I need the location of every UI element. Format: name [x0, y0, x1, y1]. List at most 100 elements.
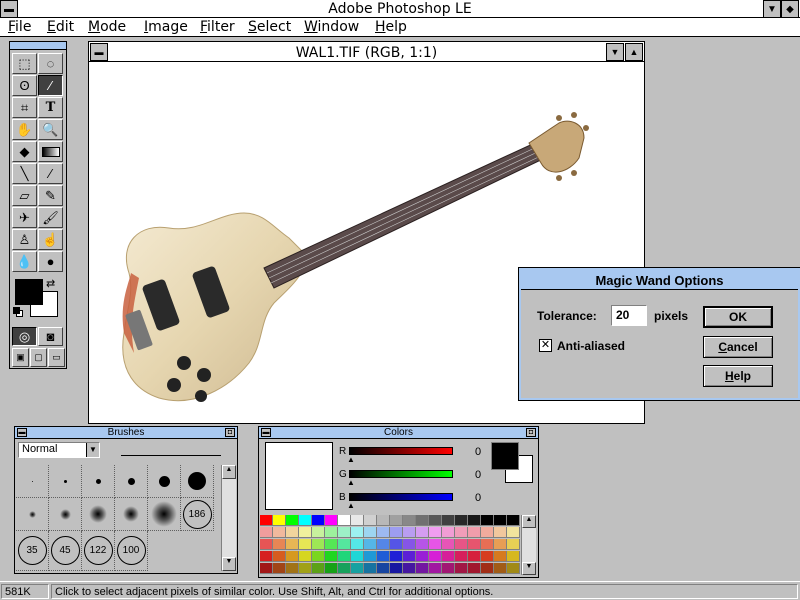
brush-100[interactable]: 100	[115, 531, 148, 571]
paint-bucket-icon[interactable]: ◆	[12, 141, 37, 162]
color-swatch[interactable]	[351, 515, 364, 526]
color-swatch[interactable]	[455, 515, 468, 526]
color-swatch[interactable]	[390, 551, 403, 562]
line-icon[interactable]: ╲	[12, 163, 37, 184]
crop-icon[interactable]: ⌗	[12, 97, 37, 118]
color-swatch[interactable]	[377, 539, 390, 550]
color-swatch[interactable]	[455, 527, 468, 538]
color-swatch[interactable]	[481, 563, 494, 574]
color-swatch[interactable]	[416, 527, 429, 538]
menu-image[interactable]: Image	[144, 19, 188, 35]
color-swatch[interactable]	[273, 515, 286, 526]
g-slider-thumb-icon[interactable]: ▲	[347, 478, 355, 487]
color-swatch[interactable]	[403, 515, 416, 526]
color-swatch[interactable]	[260, 515, 273, 526]
color-swatch[interactable]	[325, 539, 338, 550]
color-swatch[interactable]	[377, 551, 390, 562]
color-swatch[interactable]	[286, 551, 299, 562]
brush-45[interactable]: 45	[49, 531, 82, 571]
color-swatch[interactable]	[312, 563, 325, 574]
color-swatch[interactable]	[403, 563, 416, 574]
color-swatch[interactable]	[299, 527, 312, 538]
default-colors-icon[interactable]	[13, 307, 23, 317]
b-slider[interactable]	[349, 493, 453, 501]
color-swatch[interactable]	[377, 515, 390, 526]
brush-19[interactable]	[181, 465, 214, 498]
color-swatch[interactable]	[416, 539, 429, 550]
document-titlebar[interactable]: ▬ WAL1.TIF (RGB, 1:1) ▼ ▲	[89, 42, 644, 62]
color-swatch[interactable]	[286, 563, 299, 574]
color-swatch[interactable]	[338, 539, 351, 550]
menu-mode[interactable]: Mode	[88, 19, 126, 35]
color-swatch[interactable]	[416, 551, 429, 562]
tolerance-input[interactable]: 20	[611, 305, 647, 326]
eraser-icon[interactable]: ▱	[12, 185, 37, 206]
color-swatch[interactable]	[442, 527, 455, 538]
brushes-scroll-up-icon[interactable]: ▲	[222, 465, 236, 479]
document-minimize-icon[interactable]: ▼	[606, 43, 624, 61]
brush-soft-17[interactable]	[115, 498, 148, 531]
hand-icon[interactable]: ✋	[12, 119, 37, 140]
brushes-palette-titlebar[interactable]: ▬ Brushes ◘	[15, 427, 237, 439]
color-swatch[interactable]	[455, 539, 468, 550]
brush-soft-9[interactable]	[49, 498, 82, 531]
lasso-icon[interactable]: ʘ	[12, 75, 37, 96]
color-swatch[interactable]	[364, 551, 377, 562]
brush-mode-select[interactable]: Normal ▼	[18, 442, 100, 458]
color-swatch[interactable]	[325, 515, 338, 526]
brush-1[interactable]	[16, 465, 49, 498]
color-swatch[interactable]	[403, 539, 416, 550]
help-button[interactable]: Help	[703, 365, 773, 387]
color-swatch[interactable]	[416, 515, 429, 526]
menu-edit[interactable]: Edit	[47, 19, 74, 35]
zoom-icon[interactable]: 🔍	[38, 119, 63, 140]
colors-scroll-up-icon[interactable]: ▲	[522, 515, 536, 528]
color-swatch[interactable]	[351, 527, 364, 538]
r-slider-thumb-icon[interactable]: ▲	[347, 455, 355, 464]
color-swatch[interactable]	[390, 539, 403, 550]
brushes-expand-icon[interactable]: ◘	[225, 428, 235, 437]
color-swatch[interactable]	[338, 515, 351, 526]
color-swatch[interactable]	[429, 515, 442, 526]
color-swatch[interactable]	[325, 551, 338, 562]
brushes-close-icon[interactable]: ▬	[17, 428, 27, 437]
color-swatch[interactable]	[468, 515, 481, 526]
color-swatch[interactable]	[260, 551, 273, 562]
color-swatch[interactable]	[325, 527, 338, 538]
color-swatch[interactable]	[442, 539, 455, 550]
color-swatch[interactable]	[364, 515, 377, 526]
color-swatch[interactable]	[481, 539, 494, 550]
screen-mode-standard-icon[interactable]: ▣	[12, 348, 29, 367]
color-swatch[interactable]	[351, 551, 364, 562]
brush-soft-13[interactable]	[82, 498, 115, 531]
rubber-stamp-icon[interactable]: ♙	[12, 229, 37, 250]
color-swatch[interactable]	[390, 515, 403, 526]
color-swatch[interactable]	[390, 527, 403, 538]
foreground-color-swatch[interactable]	[15, 279, 43, 305]
color-swatch[interactable]	[442, 551, 455, 562]
standard-mode-icon[interactable]: ◎	[12, 327, 37, 346]
menu-help[interactable]: Help	[375, 19, 407, 35]
color-swatch[interactable]	[299, 539, 312, 550]
toolbox-caption[interactable]	[10, 42, 66, 50]
colors-expand-icon[interactable]: ◘	[526, 428, 536, 437]
pencil-icon[interactable]: ✎	[38, 185, 63, 206]
color-swatch[interactable]	[507, 515, 520, 526]
brushes-scrollbar[interactable]: ▲ ▼	[221, 465, 236, 571]
menu-window[interactable]: Window	[304, 19, 359, 35]
colors-scroll-down-icon[interactable]: ▼	[522, 562, 536, 575]
brush-35[interactable]: 35	[16, 531, 49, 571]
g-slider[interactable]	[349, 470, 453, 478]
restore-icon[interactable]: ◆	[781, 0, 799, 18]
color-swatch[interactable]	[468, 527, 481, 538]
dodge-icon[interactable]: ●	[38, 251, 63, 272]
color-swatch[interactable]	[286, 527, 299, 538]
color-swatch[interactable]	[364, 563, 377, 574]
color-swatch[interactable]	[273, 551, 286, 562]
colors-close-icon[interactable]: ▬	[261, 428, 271, 437]
color-swatch[interactable]	[494, 515, 507, 526]
r-slider[interactable]	[349, 447, 453, 455]
color-swatch[interactable]	[494, 527, 507, 538]
color-swatch[interactable]	[481, 527, 494, 538]
color-swatch[interactable]	[273, 527, 286, 538]
